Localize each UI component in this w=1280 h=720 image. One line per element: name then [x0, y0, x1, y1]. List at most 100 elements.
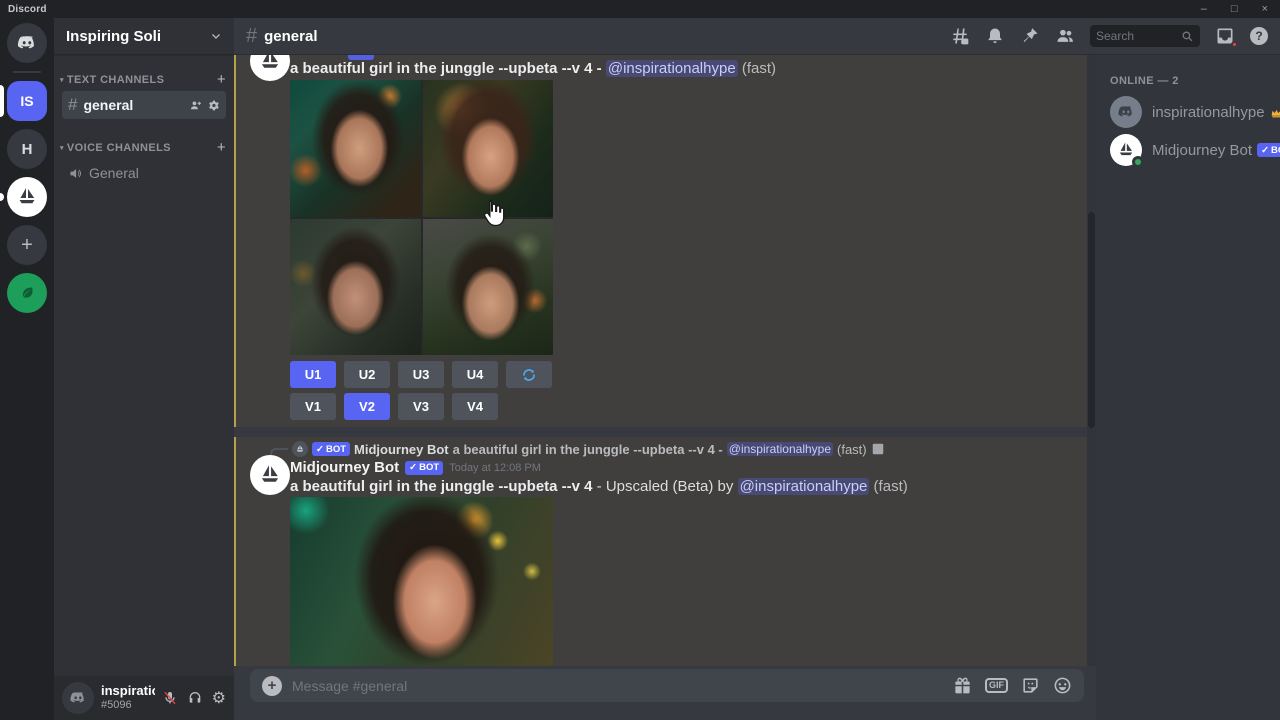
member-avatar — [1110, 134, 1142, 166]
user-mention[interactable]: @inspirationalhype — [727, 442, 833, 456]
gif-picker-icon[interactable]: GIF — [985, 678, 1008, 693]
close-button[interactable]: × — [1262, 4, 1268, 15]
server-header[interactable]: Inspiring Soli — [54, 18, 234, 55]
threads-icon[interactable] — [950, 26, 970, 46]
prompt-text: a beautiful girl in the junggle --upbeta… — [290, 60, 593, 77]
add-server-button[interactable]: + — [7, 225, 47, 265]
channel-item-general[interactable]: # general — [62, 91, 226, 119]
rail-divider — [13, 71, 41, 73]
reply-reference[interactable]: ✓BOT Midjourney Bot a beautiful girl in … — [292, 441, 1077, 457]
midjourney-bot-avatar[interactable] — [250, 455, 290, 495]
help-icon[interactable]: ? — [1250, 27, 1268, 45]
variation-button-v1[interactable]: V1 — [290, 393, 336, 420]
message-grid-result: a beautiful girl in the junggle --upbeta… — [234, 55, 1087, 427]
maximize-button[interactable]: □ — [1231, 4, 1238, 15]
channel-topbar: # general — [234, 18, 1280, 55]
channel-title: general — [264, 28, 317, 45]
server-icon-inspiring-soli[interactable]: IS — [7, 81, 47, 121]
user-discriminator: #5096 — [101, 699, 155, 712]
chat-scrollbar[interactable] — [1087, 55, 1096, 666]
voice-channel-general[interactable]: General — [62, 160, 226, 186]
user-mention[interactable]: @inspirationalhype — [606, 60, 738, 77]
variation-button-v3[interactable]: V3 — [398, 393, 444, 420]
home-button[interactable] — [7, 23, 47, 63]
upscale-button-u4[interactable]: U4 — [452, 361, 498, 388]
online-status-dot — [1132, 156, 1144, 168]
bot-badge: ✓BOT — [312, 442, 350, 456]
member-list: ONLINE — 2 inspirationalhype — [1096, 55, 1280, 720]
upscaled-image[interactable] — [290, 497, 553, 666]
leaf-icon — [16, 282, 38, 304]
channel-settings-gear-icon[interactable] — [207, 99, 220, 112]
attach-plus-icon[interactable]: + — [262, 676, 282, 696]
sticker-icon[interactable] — [1021, 676, 1040, 695]
member-name: inspirationalhype — [1152, 104, 1265, 121]
reply-preview-text: a beautiful girl in the junggle --upbeta… — [453, 442, 723, 457]
chat-scrollbar-thumb[interactable] — [1088, 212, 1095, 428]
speaker-icon — [68, 166, 83, 181]
invite-people-icon[interactable] — [189, 99, 202, 112]
app-title: Discord — [8, 4, 47, 15]
window-titlebar: Discord – □ × — [0, 0, 1280, 18]
message-input[interactable] — [292, 678, 943, 694]
variation-button-v2[interactable]: V2 — [344, 393, 390, 420]
midjourney-bot-avatar[interactable] — [250, 55, 290, 81]
user-mention[interactable]: @inspirationalhype — [738, 478, 870, 495]
bot-badge: ✓BOT — [405, 461, 443, 475]
member-name: Midjourney Bot — [1152, 142, 1252, 159]
settings-gear-icon[interactable]: ⚙ — [212, 688, 226, 708]
member-row-midjourney-bot[interactable]: Midjourney Bot ✓BOT — [1110, 131, 1272, 169]
bot-badge: ✓BOT — [1257, 143, 1280, 157]
microphone-muted-icon[interactable] — [162, 690, 178, 706]
reroll-button[interactable] — [506, 361, 552, 388]
discord-logo-icon — [15, 31, 39, 55]
upscale-button-u1[interactable]: U1 — [290, 361, 336, 388]
server-name: Inspiring Soli — [66, 28, 161, 45]
hash-icon: # — [68, 95, 77, 115]
user-avatar[interactable] — [62, 682, 94, 714]
user-panel: inspiration... #5096 ⚙ — [54, 676, 234, 720]
message-input-bar[interactable]: + GIF — [250, 669, 1084, 702]
emoji-icon[interactable] — [1053, 676, 1072, 695]
server-icon-h[interactable]: H — [7, 129, 47, 169]
search-input[interactable] — [1096, 29, 1177, 43]
headphones-icon[interactable] — [187, 690, 203, 706]
server-initials: IS — [20, 93, 33, 109]
discord-app: Discord – □ × IS H — [0, 0, 1280, 720]
message-text: a beautiful girl in the junggle --upbeta… — [290, 478, 908, 495]
text-channels-category[interactable]: ▾ TEXT CHANNELS + — [54, 71, 234, 88]
upscale-button-u3[interactable]: U3 — [398, 361, 444, 388]
grid-image-4[interactable] — [423, 219, 554, 356]
generated-image-grid[interactable] — [290, 80, 553, 355]
voice-channels-category[interactable]: ▾ VOICE CHANNELS + — [54, 139, 234, 156]
notifications-bell-icon[interactable] — [985, 26, 1005, 46]
pinned-messages-icon[interactable] — [1020, 26, 1040, 46]
grid-image-3[interactable] — [290, 219, 421, 356]
unread-server-pill — [0, 193, 4, 201]
online-count-label: ONLINE — 2 — [1110, 75, 1272, 87]
channel-sidebar: Inspiring Soli ▾ TEXT CHANNELS + # gener… — [54, 18, 234, 720]
selected-server-pill — [0, 85, 4, 117]
grid-image-1[interactable] — [290, 80, 421, 217]
reroll-arrows-icon — [521, 367, 537, 383]
message-author[interactable]: Midjourney Bot — [290, 459, 399, 476]
category-arrow-icon: ▾ — [60, 76, 64, 84]
member-list-icon[interactable] — [1055, 26, 1075, 46]
window-controls: – □ × — [1201, 4, 1268, 15]
message-upscaled-result: ✓BOT Midjourney Bot a beautiful girl in … — [234, 437, 1087, 666]
server-rail: IS H + — [0, 18, 54, 720]
grid-image-2[interactable] — [423, 80, 554, 217]
message-text: a beautiful girl in the junggle --upbeta… — [290, 60, 776, 77]
search-icon — [1181, 30, 1194, 43]
create-channel-button[interactable]: + — [217, 71, 226, 88]
server-icon-green[interactable] — [7, 273, 47, 313]
member-row-inspirationalhype[interactable]: inspirationalhype — [1110, 93, 1272, 131]
minimize-button[interactable]: – — [1201, 4, 1207, 15]
upscale-button-u2[interactable]: U2 — [344, 361, 390, 388]
search-box[interactable] — [1090, 25, 1200, 47]
inbox-icon[interactable] — [1215, 26, 1235, 46]
gift-icon[interactable] — [953, 676, 972, 695]
variation-button-v4[interactable]: V4 — [452, 393, 498, 420]
create-channel-button[interactable]: + — [217, 139, 226, 156]
server-icon-midjourney[interactable] — [7, 177, 47, 217]
